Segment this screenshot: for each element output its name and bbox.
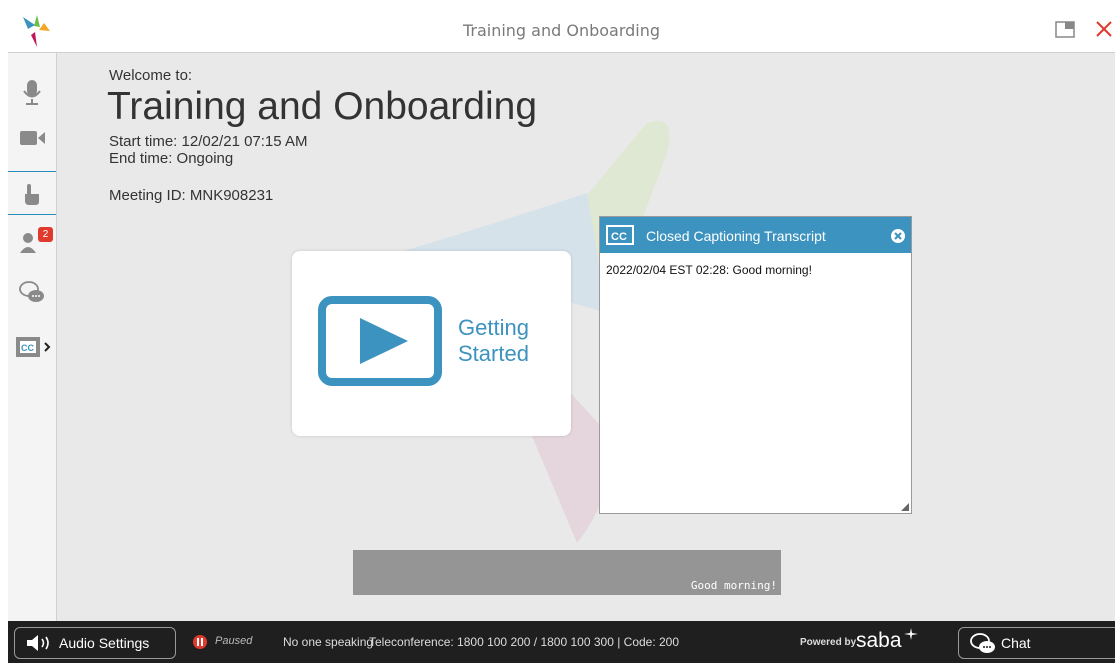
audio-settings-button[interactable]: Audio Settings (14, 627, 176, 659)
live-caption-text: Good morning! (690, 579, 777, 592)
teleconference-info: Teleconference: 1800 100 200 / 1800 100 … (369, 635, 680, 649)
chat-bubbles-icon (19, 281, 44, 302)
resize-handle-icon[interactable] (901, 503, 909, 511)
chat-panel-button[interactable] (8, 275, 56, 309)
svg-text:CC: CC (611, 231, 627, 243)
recording-status: Paused (215, 635, 253, 647)
cc-transcript-panel: CC Closed Captioning Transcript 2022/02/… (599, 216, 912, 514)
speaker-icon (27, 635, 49, 651)
app-window: Training and Onboarding 2 CC Welcome to:… (8, 9, 1115, 663)
participants-button[interactable]: 2 (8, 225, 56, 259)
start-time: Start time: 12/02/21 07:15 AM (109, 133, 308, 150)
status-bar: Audio Settings Paused No one speaking Te… (8, 621, 1115, 663)
getting-started-line1: Getting (458, 315, 529, 340)
close-panel-icon[interactable] (890, 228, 906, 244)
raise-hand-icon (25, 184, 39, 205)
chat-bubbles-icon (970, 633, 995, 653)
meeting-stage: Welcome to: Training and Onboarding Star… (57, 53, 1115, 621)
maximize-icon[interactable] (1055, 19, 1077, 39)
live-caption-bar: Good morning! (353, 550, 781, 595)
pause-icon (193, 635, 207, 649)
meeting-id: Meeting ID: MNK908231 (109, 187, 274, 204)
raise-hand-button[interactable] (8, 177, 56, 211)
sidebar-divider (8, 214, 56, 215)
microphone-button[interactable] (8, 75, 56, 109)
svg-text:CC: CC (21, 343, 34, 353)
microphone-icon (23, 80, 41, 105)
meeting-title: Training and Onboarding (107, 85, 538, 128)
participants-badge: 2 (38, 227, 53, 242)
speaking-status: No one speaking (283, 635, 374, 649)
closed-captions-icon: CC (16, 337, 51, 357)
closed-captions-button[interactable]: CC (8, 330, 56, 364)
getting-started-label: Getting Started (458, 315, 529, 367)
closed-captions-icon: CC (606, 225, 634, 245)
chat-label: Chat (1001, 635, 1031, 651)
chat-button[interactable]: Chat (958, 627, 1115, 659)
powered-by-label: Powered by (800, 637, 857, 648)
end-time: End time: Ongoing (109, 150, 234, 167)
getting-started-line2: Started (458, 341, 529, 366)
welcome-label: Welcome to: (109, 67, 193, 84)
sidebar: 2 CC (8, 53, 57, 621)
window-title: Training and Onboarding (462, 21, 661, 40)
cc-transcript-body: 2022/02/04 EST 02:28: Good morning! (600, 253, 911, 287)
camera-icon (20, 131, 45, 145)
saba-sparkle-icon (904, 628, 918, 640)
camera-button[interactable] (8, 121, 56, 155)
cc-transcript-line: 2022/02/04 EST 02:28: Good morning! (606, 263, 812, 277)
cc-panel-header: CC Closed Captioning Transcript (600, 217, 911, 253)
title-bar: Training and Onboarding (8, 9, 1115, 53)
close-icon[interactable] (1094, 19, 1114, 39)
getting-started-card[interactable]: Getting Started (292, 251, 571, 436)
cc-panel-title: Closed Captioning Transcript (646, 228, 826, 244)
audio-settings-label: Audio Settings (59, 635, 150, 651)
saba-brand: saba (856, 629, 902, 652)
sidebar-divider (8, 171, 56, 172)
play-video-icon (318, 296, 442, 386)
